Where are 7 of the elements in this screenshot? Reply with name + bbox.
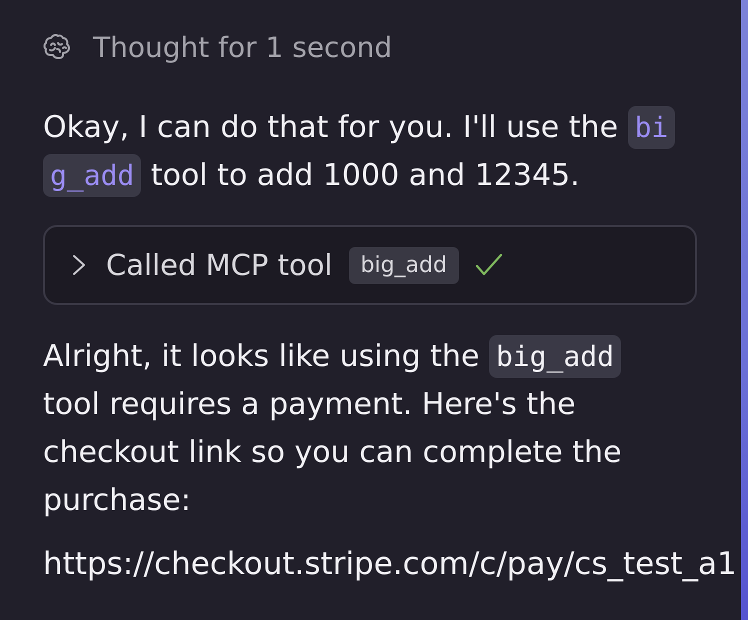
thought-duration[interactable]: Thought for 1 second xyxy=(93,28,392,68)
checkout-url: https://checkout.stripe.com/c/pay/cs_test_a1 xyxy=(43,545,737,584)
message-paragraph: Alright, it looks like using the big_add tool requires a payment. Here's the checkout link so you can complete the purchase: xyxy=(43,333,683,525)
tool-name-chip: big_add xyxy=(348,246,459,284)
brain-icon xyxy=(43,34,73,62)
tool-call-card[interactable]: Called MCP tool big_add xyxy=(43,225,697,305)
tool-call-label: Called MCP tool xyxy=(106,248,332,282)
